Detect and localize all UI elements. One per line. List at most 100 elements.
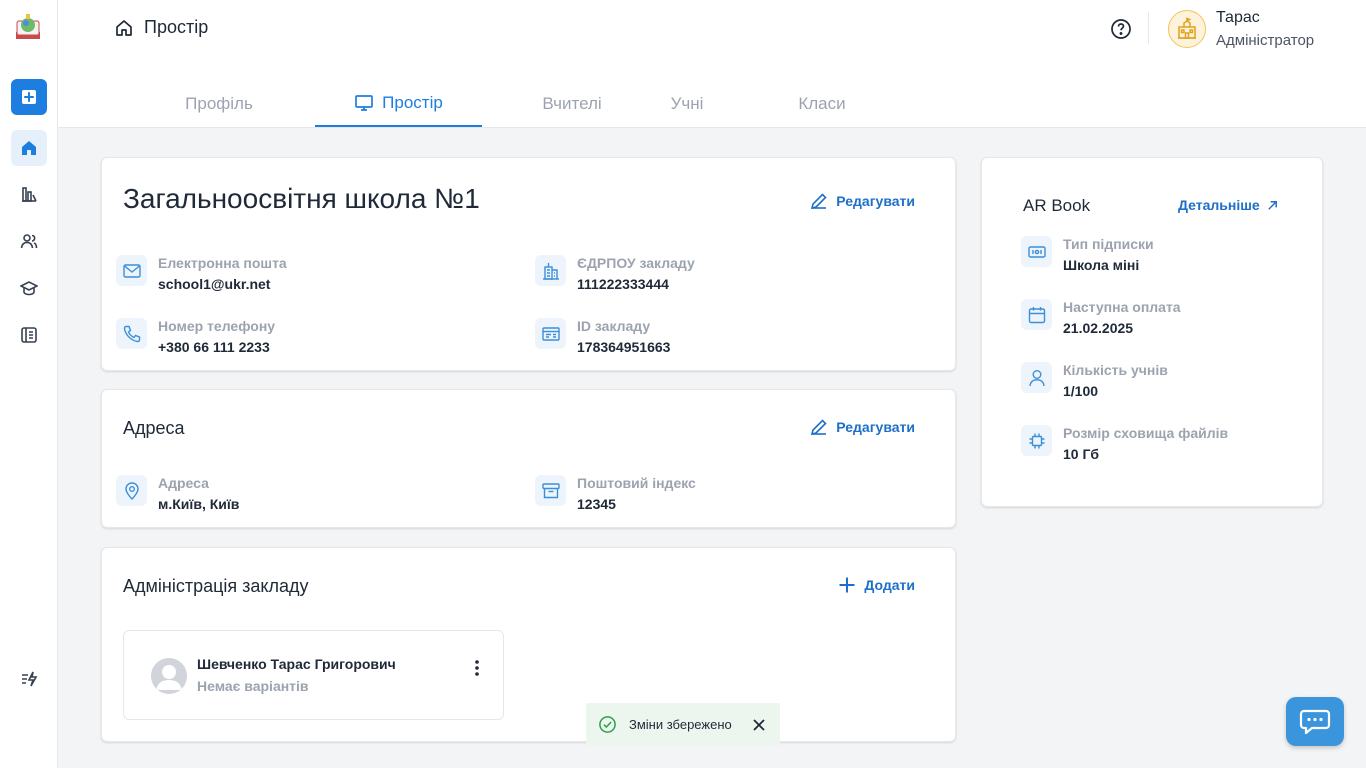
- details-link[interactable]: Детальніше: [1178, 197, 1279, 213]
- sidebar-item-stats[interactable]: [11, 176, 47, 212]
- sidebar-item-education[interactable]: [11, 270, 47, 306]
- tab-space[interactable]: Простір: [315, 80, 482, 127]
- field-label: Номер телефону: [158, 318, 276, 334]
- calendar-icon: [1028, 306, 1045, 323]
- field-value: 12345: [577, 496, 616, 512]
- edrpou-icon-box: [535, 255, 566, 286]
- sidebar-item-home[interactable]: [11, 130, 47, 166]
- students-count-icon-box: [1021, 362, 1052, 393]
- administration-card: Адміністрація закладу Додати Шевченко Та…: [101, 547, 956, 742]
- toast-message: Зміни збережено: [629, 717, 732, 732]
- plus-icon: [839, 577, 855, 593]
- map-pin-icon: [124, 481, 139, 500]
- breadcrumb[interactable]: Простір: [114, 17, 208, 38]
- help-button[interactable]: [1110, 18, 1132, 40]
- address-card: Адреса Редагувати Адреса м.Київ, Київ Пош…: [101, 389, 956, 528]
- pencil-icon: [811, 419, 827, 436]
- school-building-icon: [1178, 17, 1196, 39]
- id-card-icon: [541, 326, 560, 341]
- sidebar: [0, 0, 58, 768]
- edit-school-button[interactable]: Редагувати: [809, 191, 915, 211]
- field-value: 178364951663: [577, 339, 671, 355]
- field-value: 21.02.2025: [1063, 320, 1134, 336]
- success-toast: Зміни збережено: [586, 703, 780, 746]
- field-label: ID закладу: [577, 318, 651, 334]
- chat-support-button[interactable]: [1286, 697, 1344, 746]
- tab-profile[interactable]: Профіль: [153, 80, 285, 127]
- logo-icon: [16, 14, 40, 39]
- tab-bar: Профіль Простір Вчителі Учні Класи: [153, 80, 872, 127]
- add-admin-button[interactable]: Додати: [837, 575, 915, 595]
- school-title: Загальноосвітня школа №1: [123, 183, 480, 214]
- phone-icon-box: [116, 318, 147, 349]
- more-options-button[interactable]: [473, 659, 481, 677]
- subscription-title: AR Book: [1023, 196, 1091, 215]
- subscription-type-icon-box: [1021, 236, 1052, 267]
- school-id-icon-box: [535, 318, 566, 349]
- app-logo[interactable]: [13, 12, 43, 42]
- breadcrumb-label: Простір: [144, 17, 209, 37]
- postal-icon-box: [535, 475, 566, 506]
- user-placeholder-icon: [151, 658, 187, 694]
- user-role: Адміністратор: [1216, 32, 1315, 49]
- postal-code-field: Поштовий індекс 12345: [535, 474, 696, 516]
- school-id-field: ID закладу 178364951663: [535, 317, 670, 359]
- admin-list-item[interactable]: Шевченко Тарас Григорович Немає варіанті…: [123, 630, 504, 720]
- field-value: +380 66 111 2233: [158, 339, 270, 355]
- field-value: м.Київ, Київ: [158, 496, 240, 512]
- sidebar-item-journal[interactable]: [11, 317, 47, 353]
- address-title: Адреса: [123, 418, 185, 438]
- students-count-field: Кількість учнів 1/100: [1021, 361, 1168, 403]
- journal-icon: [21, 327, 37, 343]
- sidebar-item-users[interactable]: [11, 223, 47, 259]
- subscription-card: AR Book Детальніше Тип підписки Школа мін…: [981, 157, 1323, 507]
- edit-address-button[interactable]: Редагувати: [809, 417, 915, 437]
- email-field: Електронна пошта school1@ukr.net: [116, 254, 287, 296]
- school-info-card: Загальноосвітня школа №1 Редагувати Елек…: [101, 157, 956, 371]
- email-icon-box: [116, 255, 147, 286]
- phone-icon: [123, 325, 140, 342]
- field-label: Тип підписки: [1063, 236, 1154, 252]
- archive-box-icon: [541, 482, 560, 498]
- close-icon: [753, 719, 765, 731]
- user-avatar[interactable]: [1168, 10, 1206, 48]
- chip-icon: [1029, 433, 1044, 448]
- edit-label: Редагувати: [836, 193, 915, 209]
- admin-subtitle: Немає варіантів: [197, 678, 309, 694]
- home-icon: [22, 141, 36, 155]
- bar-chart-icon: [22, 187, 37, 202]
- tab-teachers[interactable]: Вчителі: [512, 80, 632, 127]
- storage-size-field: Розмір сховища файлів 10 Гб: [1021, 424, 1228, 466]
- header-divider: [1148, 12, 1149, 44]
- tab-label: Профіль: [185, 93, 253, 113]
- avatar: [151, 658, 187, 694]
- tab-classes[interactable]: Класи: [772, 80, 872, 127]
- user-icon: [1028, 369, 1045, 386]
- field-value: 10 Гб: [1063, 446, 1100, 462]
- phone-field: Номер телефону +380 66 111 2233: [116, 317, 275, 359]
- field-label: Розмір сховища файлів: [1063, 425, 1229, 441]
- users-icon: [20, 234, 38, 249]
- toast-close-button[interactable]: [752, 718, 766, 732]
- top-header: Простір Тарас Адміністратор Профіль Прос…: [58, 0, 1366, 128]
- graduation-cap-icon: [20, 281, 38, 296]
- user-name: Тарас: [1216, 9, 1260, 26]
- tab-students[interactable]: Учні: [632, 80, 742, 127]
- subscription-type-field: Тип підписки Школа міні: [1021, 235, 1154, 277]
- plus-square-icon: [22, 90, 36, 104]
- sidebar-item-changelog[interactable]: [11, 661, 47, 697]
- question-icon: [1111, 19, 1131, 39]
- field-label: ЄДРПОУ закладу: [577, 255, 695, 271]
- check-circle-icon: [599, 716, 616, 733]
- pencil-icon: [811, 193, 827, 210]
- sidebar-add-button[interactable]: [11, 79, 47, 115]
- next-payment-icon-box: [1021, 299, 1052, 330]
- ticket-icon: [1027, 245, 1046, 258]
- edit-label: Редагувати: [836, 419, 915, 435]
- tab-label: Вчителі: [542, 93, 602, 113]
- tab-label: Класи: [798, 93, 846, 113]
- field-value: school1@ukr.net: [158, 276, 271, 292]
- field-label: Адреса: [158, 475, 209, 491]
- add-label: Додати: [864, 577, 915, 593]
- field-label: Електронна пошта: [158, 255, 287, 271]
